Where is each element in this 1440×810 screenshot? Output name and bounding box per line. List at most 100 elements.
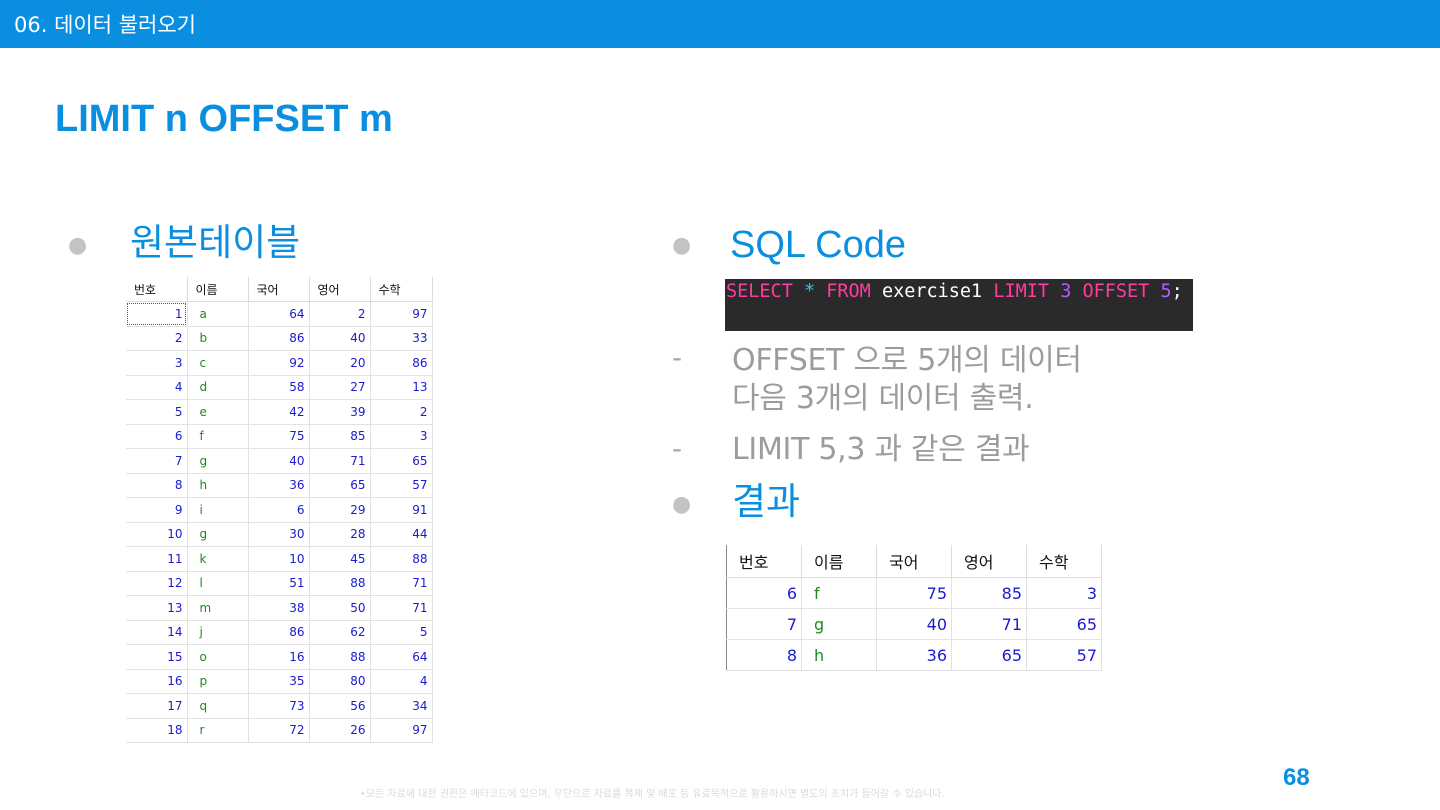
sql-code-heading: SQL Code [730,224,907,266]
table-row: 16 p 35 80 4 [126,669,433,694]
column-header: 국어 [248,277,310,302]
table-cell: 39 [309,399,371,425]
table-cell: d [187,375,249,400]
table-cell: 16 [248,644,310,670]
table-cell: 85 [309,424,371,449]
top-bar: 06. 데이터 불러오기 [0,0,1440,48]
table-cell: 12 [126,571,188,596]
table-cell: 2 [126,326,188,351]
table-cell: 86 [248,326,310,351]
table-cell: 62 [309,620,371,645]
table-row: 4 d 58 27 13 [126,375,433,400]
table-cell: 72 [248,718,310,743]
original-table-header-row: 번호 이름 국어 영어 수학 [126,277,433,302]
column-header: 번호 [726,545,802,578]
table-cell: 64 [248,301,310,327]
table-cell: j [187,620,249,645]
table-cell: 3 [370,424,433,449]
table-cell: 45 [309,546,371,572]
table-row: 6 f 75 85 3 [126,424,433,449]
table-cell: 42 [248,399,310,425]
table-cell: 4 [370,669,433,694]
table-row: 9 i 6 29 91 [126,497,433,523]
table-cell: 2 [370,399,433,425]
table-cell: 58 [248,375,310,400]
table-cell: k [187,546,249,572]
table-row: 10 g 30 28 44 [126,522,433,547]
table-cell: g [187,522,249,547]
note-limit-equivalent: LIMIT 5,3 과 같은 결과 [732,432,1030,467]
sql-keyword-select: SELECT [726,281,793,302]
table-row: 18 r 72 26 97 [126,718,433,743]
table-cell: e [187,399,249,425]
table-row: 14 j 86 62 5 [126,620,433,645]
table-cell: 33 [370,326,433,351]
table-row: 5 e 42 39 2 [126,399,433,425]
table-cell: 65 [951,639,1027,671]
sql-table-name: exercise1 [881,281,983,302]
table-cell: h [801,639,877,671]
table-cell: i [187,497,249,523]
table-cell: m [187,595,249,621]
table-cell: 50 [309,595,371,621]
column-header: 영어 [309,277,371,302]
table-cell: 10 [248,546,310,572]
table-cell: 20 [309,350,371,376]
table-cell: 57 [1026,639,1102,671]
column-header: 이름 [187,277,249,302]
table-cell: 97 [370,718,433,743]
table-cell: 8 [726,639,802,671]
table-row: 15 o 16 88 64 [126,644,433,670]
sql-keyword-limit: LIMIT [993,281,1050,302]
table-cell: 86 [248,620,310,645]
table-row: 11 k 10 45 88 [126,546,433,572]
table-cell: 40 [876,608,952,640]
result-table-header-row: 번호 이름 국어 영어 수학 [726,545,1102,578]
table-row: 1 a 64 2 97 [126,301,433,327]
dash-bullet-icon: - [672,341,682,374]
table-cell: l [187,571,249,596]
table-cell: 40 [248,448,310,474]
table-cell: r [187,718,249,743]
table-cell: 91 [370,497,433,523]
table-cell: 7 [726,608,802,640]
table-cell: f [187,424,249,449]
result-heading: 결과 [732,480,801,523]
table-cell: 9 [126,497,188,523]
table-cell: 3 [126,350,188,376]
page-number: 68 [1283,764,1310,791]
table-row: 8 h 36 65 57 [726,639,1102,671]
table-cell: 57 [370,473,433,498]
table-row: 7 g 40 71 65 [726,608,1102,640]
bullet-dot-icon: ● [672,492,692,517]
table-cell: g [801,608,877,640]
table-cell: 5 [126,399,188,425]
table-cell: q [187,693,249,719]
table-cell: 71 [370,571,433,596]
table-cell: 6 [726,577,802,609]
table-cell: 71 [951,608,1027,640]
table-cell: 85 [951,577,1027,609]
slide-title: LIMIT n OFFSET m [55,98,393,140]
table-cell: 1 [126,301,188,327]
table-cell: 71 [309,448,371,474]
bullet-dot-icon: ● [672,233,692,258]
table-cell: 44 [370,522,433,547]
original-table-heading: 원본테이블 [130,221,301,264]
table-cell: 6 [126,424,188,449]
table-row: 3 c 92 20 86 [126,350,433,376]
table-cell: c [187,350,249,376]
sql-offset-value: 5 [1160,281,1172,302]
table-cell: 26 [309,718,371,743]
table-cell: 88 [309,571,371,596]
table-cell: o [187,644,249,670]
table-cell: a [187,301,249,327]
table-cell: 13 [126,595,188,621]
table-cell: 3 [1026,577,1102,609]
table-cell: 27 [309,375,371,400]
table-cell: 56 [309,693,371,719]
column-header: 국어 [876,545,952,578]
column-header: 영어 [951,545,1027,578]
table-cell: 65 [370,448,433,474]
table-cell: 13 [370,375,433,400]
